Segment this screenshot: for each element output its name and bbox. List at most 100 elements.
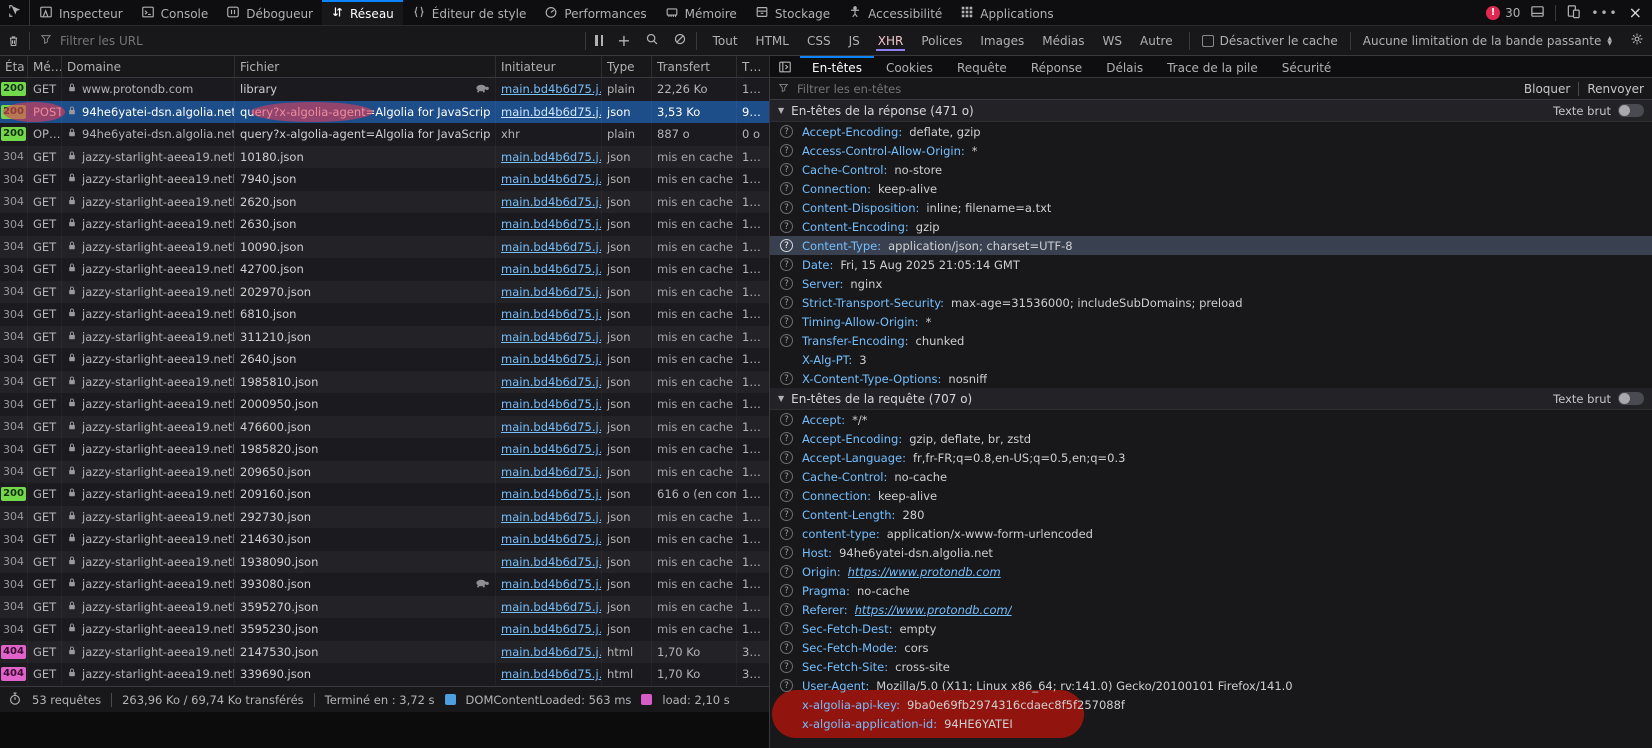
details-tab-en-têtes[interactable]: En-têtes: [800, 56, 874, 77]
header-row[interactable]: ?Server:nginx: [770, 274, 1652, 293]
header-row[interactable]: ?X-Alg-PT:3: [770, 350, 1652, 369]
request-row[interactable]: 304GETjazzy-starlight-aeea19.netli…20297…: [0, 281, 769, 304]
header-row[interactable]: ?Accept-Encoding:gzip, deflate, br, zstd: [770, 429, 1652, 448]
help-icon[interactable]: ?: [780, 679, 793, 692]
request-row[interactable]: 304GETjazzy-starlight-aeea19.netli…47660…: [0, 416, 769, 439]
network-settings-button[interactable]: [1622, 32, 1652, 49]
initiator-link[interactable]: main.bd4b6d75.j…: [501, 600, 602, 614]
raw-headers-toggle[interactable]: [1618, 392, 1644, 405]
help-icon[interactable]: ?: [780, 163, 793, 176]
initiator-link[interactable]: main.bd4b6d75.j…: [501, 442, 602, 456]
initiator-link[interactable]: main.bd4b6d75.j…: [501, 555, 602, 569]
disable-cache-control[interactable]: Désactiver le cache: [1192, 34, 1348, 48]
initiator-link[interactable]: main.bd4b6d75.j…: [501, 217, 602, 231]
help-icon[interactable]: ?: [780, 470, 793, 483]
help-icon[interactable]: ?: [780, 546, 793, 559]
header-row[interactable]: ?Connection:keep-alive: [770, 179, 1652, 198]
header-row[interactable]: ?Origin:https://www.protondb.com: [770, 562, 1652, 581]
details-tab-délais[interactable]: Délais: [1094, 56, 1155, 77]
header-row[interactable]: ?Connection:keep-alive: [770, 486, 1652, 505]
help-icon[interactable]: ?: [780, 660, 793, 673]
header-row[interactable]: ?Content-Encoding:gzip: [770, 217, 1652, 236]
help-icon[interactable]: ?: [780, 622, 793, 635]
help-icon[interactable]: ?: [780, 508, 793, 521]
header-row[interactable]: ?content-type:application/x-www-form-url…: [770, 524, 1652, 543]
request-row[interactable]: 200GETjazzy-starlight-aeea19.netli…20916…: [0, 483, 769, 506]
tool-tab--diteur-de-style[interactable]: Éditeur de style: [403, 0, 536, 25]
initiator-link[interactable]: main.bd4b6d75.j…: [501, 487, 602, 501]
disable-cache-checkbox[interactable]: [1202, 35, 1214, 47]
request-row[interactable]: 304GETjazzy-starlight-aeea19.netli…2630.…: [0, 213, 769, 236]
request-row[interactable]: 304GETjazzy-starlight-aeea19.netli…19858…: [0, 438, 769, 461]
request-row[interactable]: 404GETjazzy-starlight-aeea19.netli…21475…: [0, 641, 769, 664]
header-row[interactable]: ?Accept:*/*: [770, 410, 1652, 429]
help-icon[interactable]: ?: [780, 565, 793, 578]
column-header-1[interactable]: Mé…: [28, 56, 62, 77]
devtools-menu-button[interactable]: •••: [1591, 6, 1618, 20]
filter-xhr[interactable]: XHR: [870, 31, 912, 51]
header-row[interactable]: ?Timing-Allow-Origin:*: [770, 312, 1652, 331]
help-icon[interactable]: ?: [780, 641, 793, 654]
request-row[interactable]: 304GETjazzy-starlight-aeea19.netli…35952…: [0, 596, 769, 619]
request-row[interactable]: 304GETjazzy-starlight-aeea19.netli…19858…: [0, 371, 769, 394]
header-row[interactable]: ?Strict-Transport-Security:max-age=31536…: [770, 293, 1652, 312]
request-row[interactable]: 304GETjazzy-starlight-aeea19.netli…2640.…: [0, 348, 769, 371]
filter-tout[interactable]: Tout: [705, 31, 746, 51]
initiator-link[interactable]: main.bd4b6d75.j…: [501, 667, 602, 681]
filter-ws[interactable]: WS: [1095, 31, 1130, 51]
header-row[interactable]: ?Accept-Language:fr,fr-FR;q=0.8,en-US;q=…: [770, 448, 1652, 467]
raw-headers-toggle[interactable]: [1618, 104, 1644, 117]
request-row[interactable]: 304GETjazzy-starlight-aeea19.netli…19380…: [0, 551, 769, 574]
responsive-mode-button[interactable]: [1566, 4, 1581, 22]
header-row[interactable]: ?Transfer-Encoding:chunked: [770, 331, 1652, 350]
help-icon[interactable]: ?: [780, 277, 793, 290]
help-icon[interactable]: ?: [780, 603, 793, 616]
initiator-link[interactable]: main.bd4b6d75.j…: [501, 195, 602, 209]
filter-images[interactable]: Images: [972, 31, 1032, 51]
filter-autre[interactable]: Autre: [1132, 31, 1181, 51]
help-icon[interactable]: ?: [780, 315, 793, 328]
request-row[interactable]: 304GETjazzy-starlight-aeea19.netli…2620.…: [0, 191, 769, 214]
filter-html[interactable]: HTML: [748, 31, 797, 51]
block-request-button[interactable]: [666, 26, 694, 55]
sidebar-toggle-button[interactable]: [770, 56, 800, 77]
header-row[interactable]: ?Sec-Fetch-Dest:empty: [770, 619, 1652, 638]
initiator-link[interactable]: main.bd4b6d75.j…: [501, 645, 602, 659]
initiator-link[interactable]: main.bd4b6d75.j…: [501, 510, 602, 524]
header-row[interactable]: ?Host:94he6yatei-dsn.algolia.net: [770, 543, 1652, 562]
filter-js[interactable]: JS: [841, 31, 868, 51]
details-tab-requête[interactable]: Requête: [945, 56, 1019, 77]
header-row[interactable]: ?Sec-Fetch-Site:cross-site: [770, 657, 1652, 676]
request-headers-section-header[interactable]: ▼ En-têtes de la requête (707 o) Texte b…: [770, 388, 1652, 410]
column-header-7[interactable]: T…: [737, 56, 770, 77]
request-row[interactable]: 304GETjazzy-starlight-aeea19.netli…6810.…: [0, 303, 769, 326]
request-row[interactable]: 304GETjazzy-starlight-aeea19.netli…20009…: [0, 393, 769, 416]
pause-traffic-button[interactable]: [588, 26, 610, 55]
initiator-link[interactable]: main.bd4b6d75.j…: [501, 532, 602, 546]
resend-button[interactable]: Renvoyer: [1587, 82, 1644, 96]
column-header-4[interactable]: Initiateur: [496, 56, 602, 77]
header-row[interactable]: ?Sec-Fetch-Mode:cors: [770, 638, 1652, 657]
header-value-link[interactable]: https://www.protondb.com: [848, 565, 1001, 579]
request-row[interactable]: 304GETjazzy-starlight-aeea19.netli…7940.…: [0, 168, 769, 191]
initiator-link[interactable]: main.bd4b6d75.j…: [501, 352, 602, 366]
close-devtools-button[interactable]: ×: [1629, 5, 1642, 21]
request-row[interactable]: 404GETjazzy-starlight-aeea19.netli…33969…: [0, 663, 769, 686]
help-icon[interactable]: ?: [780, 451, 793, 464]
tool-tab-d-bogueur[interactable]: Débogueur: [217, 0, 322, 25]
help-icon[interactable]: ?: [780, 334, 793, 347]
filter-médias[interactable]: Médias: [1034, 31, 1092, 51]
help-icon[interactable]: ?: [780, 584, 793, 597]
initiator-link[interactable]: main.bd4b6d75.j…: [501, 330, 602, 344]
tool-tab-r-seau[interactable]: Réseau: [322, 0, 403, 25]
column-header-0[interactable]: Éta: [0, 56, 28, 77]
request-row[interactable]: 304GETjazzy-starlight-aeea19.netli…35952…: [0, 618, 769, 641]
tool-tab-applications[interactable]: Applications: [951, 0, 1062, 25]
initiator-link[interactable]: main.bd4b6d75.j…: [501, 285, 602, 299]
header-row[interactable]: ?Referer:https://www.protondb.com/: [770, 600, 1652, 619]
header-row[interactable]: ?Content-Length:280: [770, 505, 1652, 524]
details-tab-sécurité[interactable]: Sécurité: [1270, 56, 1344, 77]
help-icon[interactable]: ?: [780, 489, 793, 502]
header-row[interactable]: ?Accept-Encoding:deflate, gzip: [770, 122, 1652, 141]
initiator-link[interactable]: main.bd4b6d75.j…: [501, 150, 602, 164]
